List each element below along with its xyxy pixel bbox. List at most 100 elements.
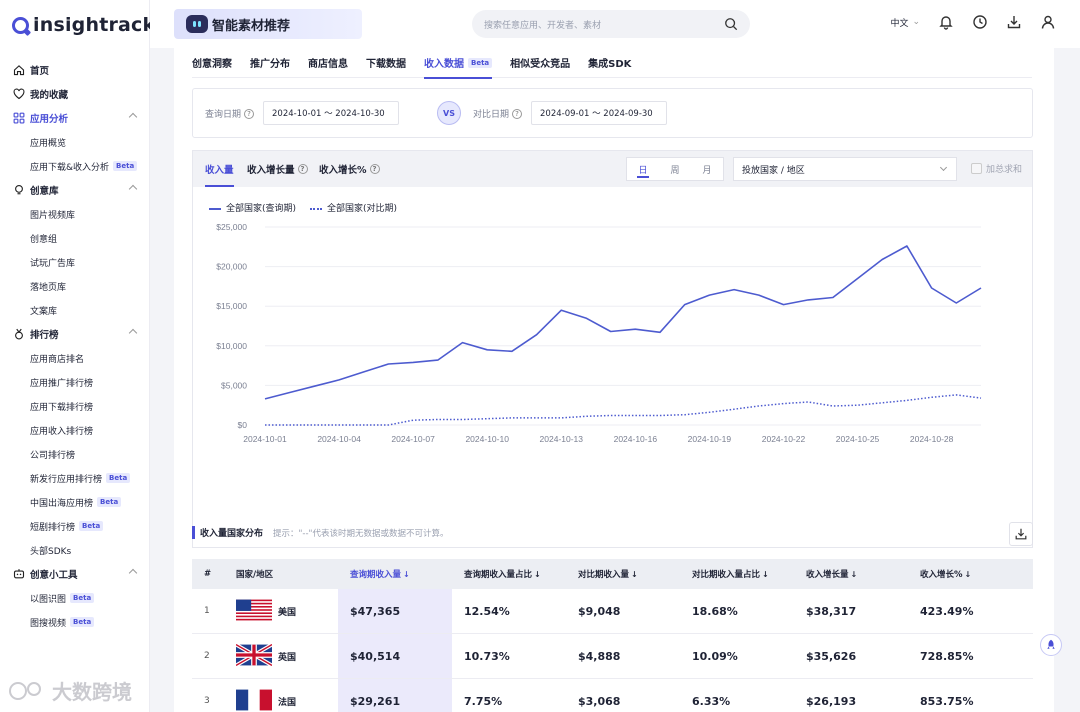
search-icon[interactable] (724, 17, 738, 31)
data-point[interactable] (855, 275, 861, 281)
query-date-input[interactable]: 2024-10-01 ～ 2024-10-30 (263, 101, 399, 125)
export-button[interactable] (1009, 522, 1033, 546)
tab-item[interactable]: 集成SDK (588, 48, 631, 78)
sum-checkbox[interactable]: 加总求和 (971, 162, 1022, 175)
data-point[interactable] (904, 397, 910, 403)
data-point[interactable] (336, 377, 342, 383)
sort-down-icon[interactable]: ↓ (762, 570, 769, 579)
data-point[interactable] (879, 256, 885, 262)
sidebar-sub-item[interactable]: 试玩广告库 (0, 250, 150, 274)
data-point[interactable] (929, 285, 935, 291)
sort-down-icon[interactable]: ↓ (851, 570, 858, 579)
tab-revenue-growth[interactable]: 收入增长量? (247, 151, 308, 187)
user-icon[interactable] (1040, 14, 1056, 30)
data-point[interactable] (657, 412, 663, 418)
data-point[interactable] (262, 422, 268, 428)
tab-item[interactable]: 创意洞察 (192, 48, 232, 78)
data-point[interactable] (805, 399, 811, 405)
help-icon[interactable]: ? (297, 164, 308, 174)
data-point[interactable] (460, 416, 466, 422)
download-icon[interactable] (1006, 14, 1022, 30)
sidebar-group[interactable]: 创意小工具 (0, 562, 150, 586)
data-point[interactable] (435, 416, 441, 422)
tab-item[interactable]: 推广分布 (250, 48, 290, 78)
granularity-week[interactable]: 周 (659, 158, 691, 180)
data-point[interactable] (608, 329, 614, 335)
table-row[interactable]: 1 美国 $47,365 12.54% $9,048 18.68% $38,317 423.4… (192, 589, 1033, 634)
column-header[interactable]: 收入增长量 ↓ (794, 559, 908, 589)
chevron-up-icon[interactable] (128, 568, 138, 578)
sidebar-sub-item[interactable]: 创意组 (0, 226, 150, 250)
data-point[interactable] (583, 413, 589, 419)
tab-revenue[interactable]: 收入量 (205, 151, 234, 187)
data-point[interactable] (830, 294, 836, 300)
data-point[interactable] (336, 422, 342, 428)
sidebar-sub-item[interactable]: 应用下载&收入分析 Beta (0, 154, 150, 178)
series-line-query[interactable] (264, 245, 982, 400)
data-point[interactable] (287, 390, 293, 396)
tab-revenue-growth-pct[interactable]: 收入增长%? (319, 151, 380, 187)
column-header[interactable]: 查询期收入量占比 ↓ (452, 559, 566, 589)
sidebar-sub-item[interactable]: 公司排行榜 (0, 442, 150, 466)
tab-item[interactable]: 商店信息 (308, 48, 348, 78)
data-point[interactable] (558, 307, 564, 313)
data-point[interactable] (385, 422, 391, 428)
data-point[interactable] (953, 392, 959, 398)
sort-down-icon[interactable]: ↓ (631, 570, 638, 579)
data-point[interactable] (953, 300, 959, 306)
sidebar-group[interactable]: 创意库 (0, 178, 150, 202)
smart-recommend-banner[interactable]: 智能素材推荐 (174, 9, 362, 39)
history-icon[interactable] (972, 14, 988, 30)
sidebar-group[interactable]: 排行榜 (0, 322, 150, 346)
sidebar-sub-item[interactable]: 以图识图 Beta (0, 586, 150, 610)
data-point[interactable] (361, 422, 367, 428)
bell-icon[interactable] (938, 14, 954, 30)
data-point[interactable] (484, 347, 490, 353)
help-icon[interactable]: ? (369, 164, 380, 174)
data-point[interactable] (978, 285, 984, 291)
data-point[interactable] (435, 357, 441, 363)
granularity-month[interactable]: 月 (691, 158, 723, 180)
search-input[interactable]: 搜索任意应用、开发者、素材 (472, 10, 750, 38)
data-point[interactable] (484, 416, 490, 422)
help-icon[interactable]: ? (244, 108, 255, 119)
data-point[interactable] (509, 348, 515, 354)
data-point[interactable] (780, 401, 786, 407)
data-point[interactable] (731, 406, 737, 412)
data-point[interactable] (361, 369, 367, 375)
sidebar-group[interactable]: 应用分析 (0, 106, 150, 130)
data-point[interactable] (657, 329, 663, 335)
sidebar-sub-item[interactable]: 中国出海应用榜 Beta (0, 490, 150, 514)
data-point[interactable] (904, 243, 910, 249)
data-point[interactable] (805, 297, 811, 303)
column-header[interactable]: 对比期收入量占比 ↓ (680, 559, 794, 589)
data-point[interactable] (534, 415, 540, 421)
chevron-up-icon[interactable] (128, 328, 138, 338)
data-point[interactable] (632, 412, 638, 418)
column-header[interactable]: 收入增长% ↓ (908, 559, 1022, 589)
tab-item[interactable]: 下载数据 (366, 48, 406, 78)
data-point[interactable] (410, 359, 416, 365)
data-point[interactable] (830, 403, 836, 409)
column-header[interactable]: 对比期收入量 ↓ (566, 559, 680, 589)
data-point[interactable] (534, 332, 540, 338)
data-point[interactable] (756, 292, 762, 298)
sidebar-item[interactable]: 我的收藏 (0, 82, 150, 106)
sidebar-sub-item[interactable]: 应用概览 (0, 130, 150, 154)
data-point[interactable] (311, 383, 317, 389)
chevron-up-icon[interactable] (128, 184, 138, 194)
data-point[interactable] (262, 396, 268, 402)
sidebar-sub-item[interactable]: 落地页库 (0, 274, 150, 298)
sidebar-sub-item[interactable]: 图搜视频 Beta (0, 610, 150, 634)
data-point[interactable] (682, 412, 688, 418)
sidebar-sub-item[interactable]: 文案库 (0, 298, 150, 322)
compare-date-input[interactable]: 2024-09-01 ～ 2024-09-30 (531, 101, 667, 125)
data-point[interactable] (460, 340, 466, 346)
data-point[interactable] (855, 402, 861, 408)
sidebar-sub-item[interactable]: 头部SDKs (0, 538, 150, 562)
data-point[interactable] (879, 400, 885, 406)
sort-down-icon[interactable]: ↓ (965, 570, 972, 579)
sidebar-item[interactable]: 首页 (0, 58, 150, 82)
data-point[interactable] (682, 302, 688, 308)
data-point[interactable] (410, 417, 416, 423)
